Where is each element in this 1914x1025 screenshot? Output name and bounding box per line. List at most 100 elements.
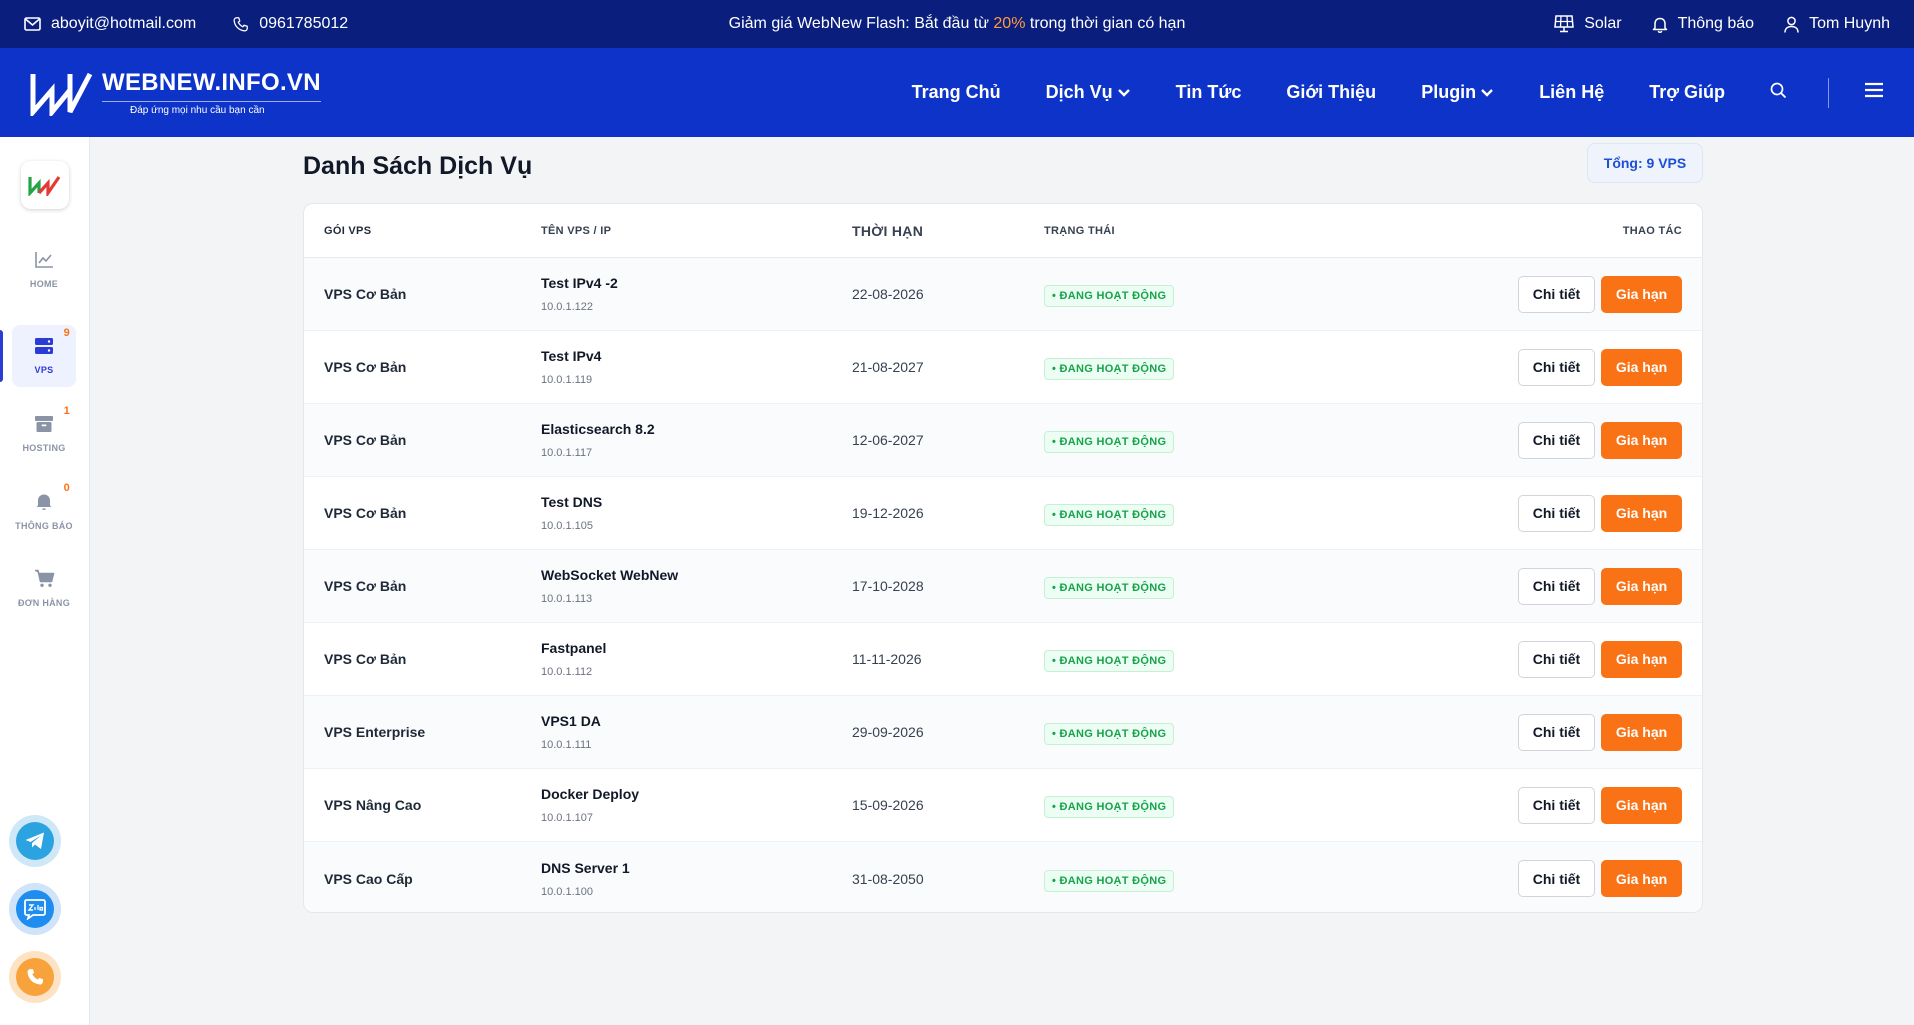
table-row: VPS Cơ Bản Test IPv4 10.0.1.119 21-08-202… (304, 331, 1702, 404)
sidebar-item-label: HOSTING (22, 443, 66, 453)
phone-text: 0961785012 (259, 15, 349, 32)
server-icon (34, 337, 54, 357)
nav-services[interactable]: Dịch Vụ (1046, 82, 1131, 103)
nav-news[interactable]: Tin Tức (1176, 82, 1242, 103)
nav-about[interactable]: Giới Thiệu (1286, 82, 1376, 103)
site-logo[interactable]: WEBNEW.INFO.VN Đáp ứng mọi nhu cầu bạn c… (30, 69, 321, 119)
logo-mark-icon (28, 176, 61, 196)
expiry-cell: 29-09-2026 (852, 724, 924, 740)
col-name: TÊN VPS / IP (541, 224, 612, 237)
sidebar-item-home[interactable]: HOME (12, 239, 76, 301)
detail-button[interactable]: Chi tiết (1518, 713, 1595, 751)
package-cell: VPS Cơ Bản (324, 432, 407, 448)
logo-mark-icon (30, 70, 94, 119)
detail-button[interactable]: Chi tiết (1518, 786, 1595, 824)
logo-name: WEBNEW.INFO.VN (102, 69, 321, 96)
sidebar-item-vps[interactable]: 9 VPS (12, 325, 76, 387)
theme-switcher[interactable]: Solar (1554, 15, 1622, 33)
vps-ip: 10.0.1.119 (541, 374, 593, 386)
nav-help[interactable]: Trợ Giúp (1649, 82, 1725, 103)
user-menu[interactable]: Tom Huynh (1784, 15, 1890, 33)
vps-ip: 10.0.1.107 (541, 812, 593, 824)
detail-button[interactable]: Chi tiết (1518, 640, 1595, 678)
nav-plugin[interactable]: Plugin (1421, 82, 1494, 103)
status-badge: • ĐANG HOẠT ĐỘNG (1044, 796, 1175, 818)
detail-button[interactable]: Chi tiết (1518, 421, 1595, 459)
nav-divider (1828, 77, 1829, 108)
hamburger-menu-icon (1864, 82, 1884, 103)
status-badge: • ĐANG HOẠT ĐỘNG (1044, 358, 1175, 380)
package-cell: VPS Cơ Bản (324, 359, 407, 375)
search-button[interactable] (1770, 82, 1787, 104)
promo-text-after: trong thời gian có hạn (1025, 15, 1186, 32)
renew-button[interactable]: Gia hạn (1601, 494, 1682, 532)
user-icon (1784, 16, 1799, 33)
chevron-down-icon (1480, 82, 1494, 103)
detail-button[interactable]: Chi tiết (1518, 567, 1595, 605)
sidebar-logo[interactable] (21, 161, 69, 209)
page-title: Danh Sách Dịch Vụ (303, 152, 533, 180)
vps-ip: 10.0.1.111 (541, 739, 592, 751)
package-cell: VPS Cơ Bản (324, 651, 407, 667)
notifications-label: Thông báo (1677, 15, 1755, 32)
sidebar-item-notifications[interactable]: 0 THÔNG BÁO (12, 480, 76, 542)
sidebar-item-hosting[interactable]: 1 HOSTING (12, 403, 76, 465)
table-row: VPS Nâng Cao Docker Deploy 10.0.1.107 15-… (304, 769, 1702, 842)
call-button[interactable] (9, 951, 61, 1003)
search-icon (1770, 82, 1787, 104)
nav-plugin-label: Plugin (1421, 82, 1477, 102)
package-cell: VPS Cơ Bản (324, 286, 407, 302)
nav-home[interactable]: Trang Chủ (912, 82, 1001, 103)
telegram-icon (16, 822, 54, 860)
archive-icon (34, 415, 54, 435)
zalo-button[interactable] (9, 883, 61, 935)
notifications-link[interactable]: Thông báo (1652, 15, 1755, 33)
status-badge: • ĐANG HOẠT ĐỘNG (1044, 504, 1175, 526)
bell-icon (1652, 16, 1668, 33)
contact-email[interactable]: aboyit@hotmail.com (24, 15, 196, 33)
col-actions: THAO TÁC (1622, 224, 1682, 237)
status-badge: • ĐANG HOẠT ĐỘNG (1044, 650, 1175, 672)
table-row: VPS Cơ Bản Test DNS 10.0.1.105 19-12-2026… (304, 477, 1702, 550)
renew-button[interactable]: Gia hạn (1601, 640, 1682, 678)
nav-help-label: Trợ Giúp (1649, 82, 1725, 102)
renew-button[interactable]: Gia hạn (1601, 348, 1682, 386)
renew-button[interactable]: Gia hạn (1601, 275, 1682, 313)
bell-icon (35, 492, 53, 513)
vps-name: Test IPv4 (541, 348, 602, 364)
detail-button[interactable]: Chi tiết (1518, 275, 1595, 313)
nav-services-label: Dịch Vụ (1045, 82, 1113, 102)
promo-text-before: Giảm giá WebNew Flash: Bắt đầu từ (728, 15, 994, 32)
vps-name: Fastpanel (541, 640, 607, 656)
detail-button[interactable]: Chi tiết (1518, 860, 1595, 897)
telegram-button[interactable] (9, 815, 61, 867)
package-cell: VPS Cơ Bản (324, 505, 407, 521)
sidebar-item-orders[interactable]: ĐƠN HÀNG (12, 557, 76, 619)
nav-contact[interactable]: Liên Hệ (1539, 82, 1604, 103)
promo-percent: 20% (993, 15, 1026, 32)
detail-button[interactable]: Chi tiết (1518, 494, 1595, 532)
renew-button[interactable]: Gia hạn (1601, 786, 1682, 824)
status-badge: • ĐANG HOẠT ĐỘNG (1044, 869, 1175, 892)
package-cell: VPS Cao Cấp (324, 870, 413, 887)
sidebar-item-label: VPS (34, 365, 54, 375)
status-badge: • ĐANG HOẠT ĐỘNG (1044, 285, 1175, 307)
notifications-count-badge: 0 (63, 482, 70, 494)
renew-button[interactable]: Gia hạn (1601, 713, 1682, 751)
menu-button[interactable] (1864, 82, 1884, 103)
contact-phone[interactable]: 0961785012 (232, 15, 348, 33)
vps-name: Test IPv4 -2 (541, 275, 618, 291)
renew-button[interactable]: Gia hạn (1601, 860, 1682, 897)
logo-tagline: Đáp ứng mọi nhu cầu bạn cần (102, 101, 321, 116)
table-row: VPS Enterprise VPS1 DA 10.0.1.111 29-09-2… (304, 696, 1702, 769)
renew-button[interactable]: Gia hạn (1601, 567, 1682, 605)
expiry-cell: 12-06-2027 (852, 432, 924, 448)
table-row: VPS Cơ Bản Elasticsearch 8.2 10.0.1.117 1… (304, 404, 1702, 477)
detail-button[interactable]: Chi tiết (1518, 348, 1595, 386)
renew-button[interactable]: Gia hạn (1601, 421, 1682, 459)
hosting-count-badge: 1 (63, 405, 70, 417)
call-icon (16, 958, 54, 996)
vps-name: Docker Deploy (541, 786, 640, 802)
package-cell: VPS Nâng Cao (324, 797, 422, 813)
vps-ip: 10.0.1.112 (541, 666, 593, 678)
